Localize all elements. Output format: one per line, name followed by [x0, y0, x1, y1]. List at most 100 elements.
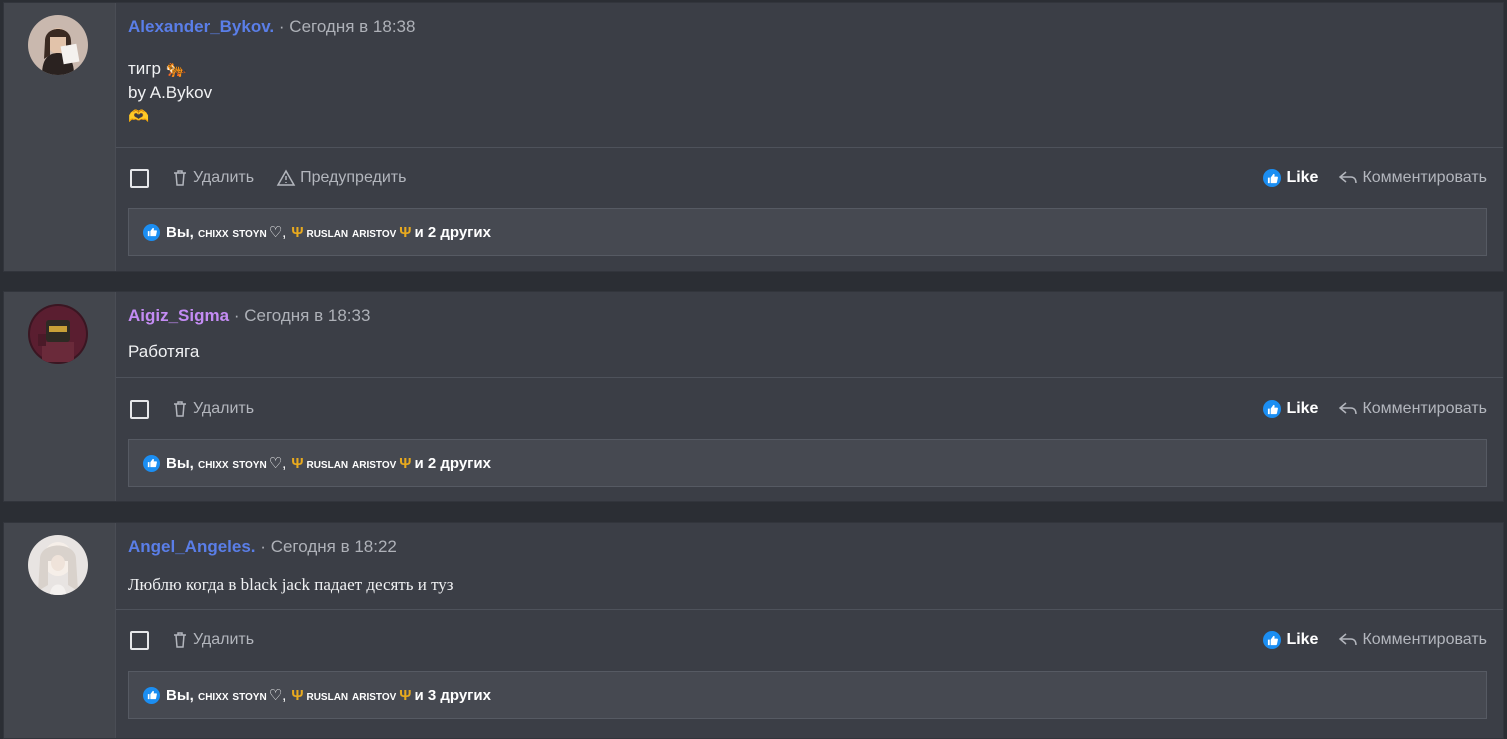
like-button[interactable]: Like: [1263, 169, 1318, 187]
likes-others[interactable]: и 2 других: [414, 224, 491, 241]
header-separator: ·: [260, 537, 266, 556]
likes-summary[interactable]: Вы, chixx stoyn ♡, Ψ ruslan aristov Ψ и …: [128, 671, 1487, 719]
trident-icon: Ψ: [399, 686, 412, 704]
post-gutter: [4, 3, 116, 271]
post-body-line: by A.Bykov: [128, 83, 213, 102]
warn-label: Предупредить: [300, 169, 407, 186]
post-time[interactable]: Сегодня в 18:22: [271, 537, 397, 556]
likes-heart: ♡,: [268, 455, 287, 472]
likes-prefix: Вы,: [166, 454, 194, 472]
like-button[interactable]: Like: [1263, 400, 1318, 418]
post-body: тигр 🐅 by A.Bykov 🫶: [128, 57, 212, 129]
delete-button[interactable]: Удалить: [171, 169, 254, 187]
avatar-image: [28, 15, 88, 75]
liker-link[interactable]: chixx stoyn: [198, 455, 267, 471]
liker-link[interactable]: ruslan aristov: [306, 455, 396, 471]
comment-label: Комментировать: [1362, 631, 1487, 648]
divider: [116, 377, 1503, 378]
post: Alexander_Bykov. · Сегодня в 18:38 тигр …: [3, 2, 1504, 272]
post-gutter: [4, 523, 116, 738]
reply-icon: [1339, 402, 1358, 415]
trash-icon: [174, 632, 186, 648]
post-body-line: Люблю когда в black jack падает десять и…: [128, 575, 454, 594]
likes-others[interactable]: и 2 других: [414, 455, 491, 472]
thumbs-up-icon: [1263, 169, 1282, 187]
like-label: Like: [1286, 169, 1319, 186]
post-main: Aigiz_Sigma · Сегодня в 18:33 Работяга У…: [116, 292, 1503, 501]
header-separator: ·: [233, 306, 240, 325]
likes-others[interactable]: и 3 других: [414, 687, 491, 704]
liker-link[interactable]: ruslan aristov: [306, 687, 396, 703]
warning-icon: [276, 169, 296, 186]
thumbs-up-icon: [1263, 400, 1282, 418]
post-body-line: 🫶: [128, 107, 150, 126]
likes-summary[interactable]: Вы, chixx stoyn ♡, Ψ ruslan aristov Ψ и …: [128, 439, 1487, 487]
likes-prefix: Вы,: [166, 223, 194, 241]
like-label: Like: [1286, 400, 1319, 417]
post-header: Aigiz_Sigma · Сегодня в 18:33: [128, 306, 370, 326]
thumbs-up-icon: [143, 223, 160, 241]
post-header: Alexander_Bykov. · Сегодня в 18:38: [128, 17, 415, 37]
post-body: Люблю когда в black jack падает десять и…: [128, 573, 454, 597]
trash-icon: [174, 170, 186, 186]
likes-heart: ♡,: [268, 687, 287, 704]
post-main: Angel_Angeles. · Сегодня в 18:22 Люблю к…: [116, 523, 1503, 738]
divider: [116, 609, 1503, 610]
trash-icon: [174, 401, 186, 417]
comment-button[interactable]: Комментировать: [1338, 169, 1487, 187]
post-body-line: тигр 🐅: [128, 59, 187, 78]
comment-label: Комментировать: [1362, 400, 1487, 417]
delete-label: Удалить: [193, 400, 255, 417]
trident-icon: Ψ: [291, 223, 304, 241]
liker-link[interactable]: chixx stoyn: [198, 687, 267, 703]
post-main: Alexander_Bykov. · Сегодня в 18:38 тигр …: [116, 3, 1503, 271]
select-checkbox[interactable]: [130, 399, 149, 419]
username-link[interactable]: Alexander_Bykov.: [128, 17, 274, 36]
post-body: Работяга: [128, 340, 199, 364]
post-time[interactable]: Сегодня в 18:38: [289, 17, 415, 36]
username-link[interactable]: Aigiz_Sigma: [128, 306, 229, 325]
comment-button[interactable]: Комментировать: [1338, 400, 1487, 418]
post-time[interactable]: Сегодня в 18:33: [244, 306, 370, 325]
trident-icon: Ψ: [399, 223, 412, 241]
likes-heart: ♡,: [268, 224, 287, 241]
select-checkbox[interactable]: [130, 630, 149, 650]
comment-button[interactable]: Комментировать: [1338, 631, 1487, 649]
post-body-line: Работяга: [128, 342, 200, 361]
post-actions: Удалить Предупредить Like Комментировать: [128, 163, 1487, 193]
post-actions: Удалить Like Комментировать: [128, 394, 1487, 424]
divider: [116, 147, 1503, 148]
thumbs-up-icon: [1263, 631, 1282, 649]
liker-link[interactable]: ruslan aristov: [306, 224, 396, 240]
delete-button[interactable]: Удалить: [171, 400, 254, 418]
likes-summary[interactable]: Вы, chixx stoyn ♡, Ψ ruslan aristov Ψ и …: [128, 208, 1487, 256]
avatar[interactable]: [28, 535, 88, 595]
post: Aigiz_Sigma · Сегодня в 18:33 Работяга У…: [3, 291, 1504, 502]
select-checkbox[interactable]: [130, 168, 149, 188]
post-actions: Удалить Like Комментировать: [128, 625, 1487, 655]
comment-label: Комментировать: [1362, 169, 1487, 186]
delete-button[interactable]: Удалить: [171, 631, 254, 649]
post-header: Angel_Angeles. · Сегодня в 18:22: [128, 537, 397, 557]
delete-label: Удалить: [193, 169, 255, 186]
like-button[interactable]: Like: [1263, 631, 1318, 649]
trident-icon: Ψ: [399, 454, 412, 472]
liker-link[interactable]: chixx stoyn: [198, 224, 267, 240]
warn-button[interactable]: Предупредить: [276, 169, 406, 187]
avatar-image: [28, 535, 88, 595]
avatar[interactable]: [28, 15, 88, 75]
username-link[interactable]: Angel_Angeles.: [128, 537, 256, 556]
post: Angel_Angeles. · Сегодня в 18:22 Люблю к…: [3, 522, 1504, 739]
reply-icon: [1339, 171, 1358, 184]
avatar[interactable]: [28, 304, 88, 364]
trident-icon: Ψ: [291, 686, 304, 704]
reply-icon: [1339, 633, 1358, 646]
trident-icon: Ψ: [291, 454, 304, 472]
post-gutter: [4, 292, 116, 501]
avatar-image: [28, 304, 88, 364]
thumbs-up-icon: [143, 686, 160, 704]
header-separator: ·: [278, 17, 285, 36]
thumbs-up-icon: [143, 454, 160, 472]
likes-prefix: Вы,: [166, 686, 194, 704]
like-label: Like: [1286, 631, 1319, 648]
